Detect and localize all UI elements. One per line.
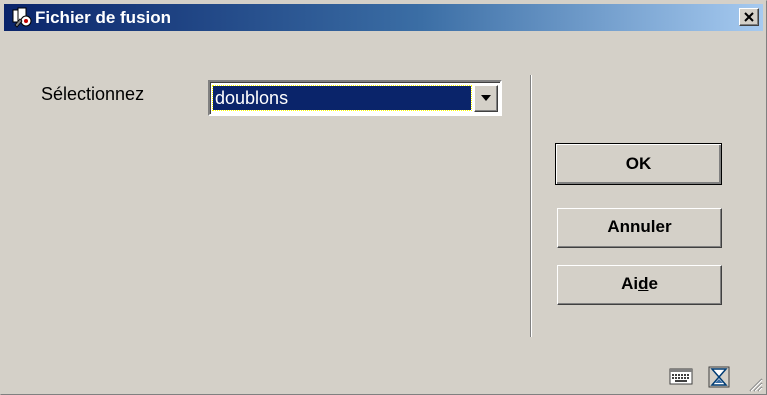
merge-file-select[interactable]: doublons <box>208 80 502 116</box>
dialog-title: Fichier de fusion <box>35 8 172 27</box>
keyboard-icon[interactable] <box>669 366 693 386</box>
chevron-down-icon <box>481 95 491 101</box>
title-bar[interactable]: Fichier de fusion <box>4 4 763 31</box>
merge-file-dialog: Fichier de fusion Sélectionnez doublons … <box>0 0 767 395</box>
hourglass-icon[interactable] <box>708 366 730 388</box>
close-icon <box>744 12 754 22</box>
vertical-separator <box>530 75 532 337</box>
dropdown-button[interactable] <box>474 85 498 112</box>
select-current-value[interactable]: doublons <box>212 85 472 111</box>
help-label-prefix: Ai <box>621 274 639 293</box>
help-label-mnemonic: d <box>638 274 649 293</box>
ok-button[interactable]: OK <box>555 143 722 185</box>
close-button[interactable] <box>739 8 759 26</box>
help-label-suffix: e <box>648 274 658 293</box>
select-label: Sélectionnez <box>41 84 145 104</box>
cancel-button[interactable]: Annuler <box>557 208 722 248</box>
help-button[interactable]: Aide <box>557 265 722 305</box>
resize-grip-icon[interactable] <box>745 374 763 392</box>
app-icon <box>12 7 32 28</box>
